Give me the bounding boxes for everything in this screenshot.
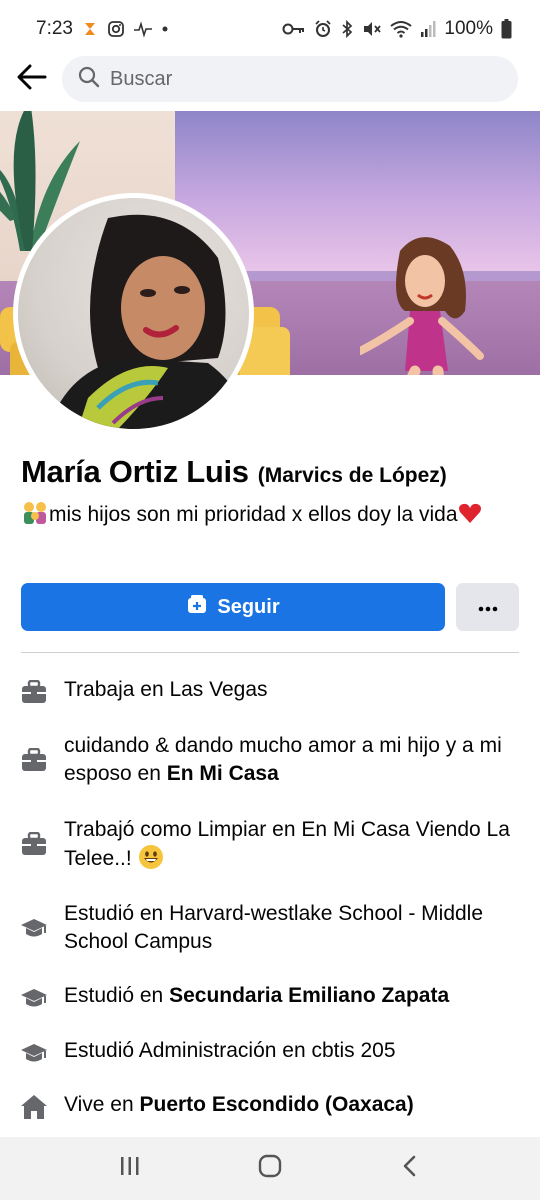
home-circle-icon (258, 1154, 282, 1183)
profile-picture-image (18, 198, 249, 429)
alarm-icon (314, 20, 332, 38)
search-input[interactable] (110, 67, 470, 91)
battery-percent: 100% (444, 18, 493, 39)
status-right: 100% (282, 18, 512, 40)
profile-photo[interactable] (13, 193, 254, 434)
grinning-face-emoji-icon (138, 844, 164, 870)
back-chevron-icon (402, 1155, 418, 1182)
back-button[interactable] (8, 55, 56, 103)
cartoon-avatar-illustration (360, 237, 484, 375)
profile-name-main: María Ortiz Luis (21, 454, 249, 489)
follow-icon (186, 593, 208, 621)
more-dots-icon (478, 600, 498, 615)
bluetooth-icon (340, 20, 354, 38)
arrow-left-icon (17, 64, 47, 95)
home-button[interactable] (240, 1144, 300, 1194)
search-icon (78, 66, 100, 93)
graduation-cap-icon (20, 914, 48, 942)
bio-text: mis hijos son mi prioridad x ellos doy l… (49, 503, 458, 526)
status-time: 7:23 (36, 18, 73, 39)
recent-apps-button[interactable] (100, 1144, 160, 1194)
red-heart-emoji-icon (458, 502, 482, 524)
detail-text: Estudió Administración en cbtis 205 (64, 1039, 396, 1062)
mute-icon (362, 20, 382, 38)
detail-text: Trabaja en Las Vegas (64, 678, 268, 701)
follow-button[interactable]: Seguir (21, 583, 445, 631)
follow-label: Seguir (217, 595, 280, 618)
profile-alternate-name: (Marvics de López) (257, 464, 447, 487)
search-header (0, 54, 540, 104)
instagram-icon (107, 20, 125, 38)
graduation-cap-icon (20, 1039, 48, 1067)
battery-icon (501, 19, 512, 39)
graduation-cap-icon (20, 984, 48, 1012)
system-navigation-bar (0, 1137, 540, 1200)
dot-icon (161, 25, 169, 33)
search-bar[interactable] (62, 56, 518, 102)
briefcase-icon (20, 678, 48, 706)
home-icon (20, 1093, 48, 1121)
back-nav-button[interactable] (380, 1144, 440, 1194)
profile-name: María Ortiz Luis (Marvics de López) (21, 454, 447, 490)
status-bar: 7:23 100% (0, 0, 540, 58)
recent-apps-icon (119, 1156, 141, 1181)
heart-app-icon (81, 20, 99, 38)
family-emoji-icon (21, 501, 49, 525)
pulse-icon (133, 20, 153, 38)
detail-text: Vive en Puerto Escondido (Oaxaca) (64, 1093, 414, 1116)
status-left: 7:23 (36, 18, 169, 40)
detail-text: Estudió en Secundaria Emiliano Zapata (64, 984, 450, 1007)
detail-text: Trabajó como Limpiar en En Mi Casa Viend… (64, 818, 510, 870)
detail-text: cuidando & dando mucho amor a mi hijo y … (64, 734, 502, 785)
divider (21, 652, 519, 653)
signal-icon (420, 20, 436, 38)
profile-bio: mis hijos son mi prioridad x ellos doy l… (21, 500, 521, 530)
wifi-icon (390, 20, 413, 38)
briefcase-icon (20, 830, 48, 858)
briefcase-icon (20, 746, 48, 774)
more-options-button[interactable] (456, 583, 519, 631)
detail-text: Estudió en Harvard-westlake School - Mid… (64, 902, 484, 953)
key-icon (282, 21, 306, 37)
